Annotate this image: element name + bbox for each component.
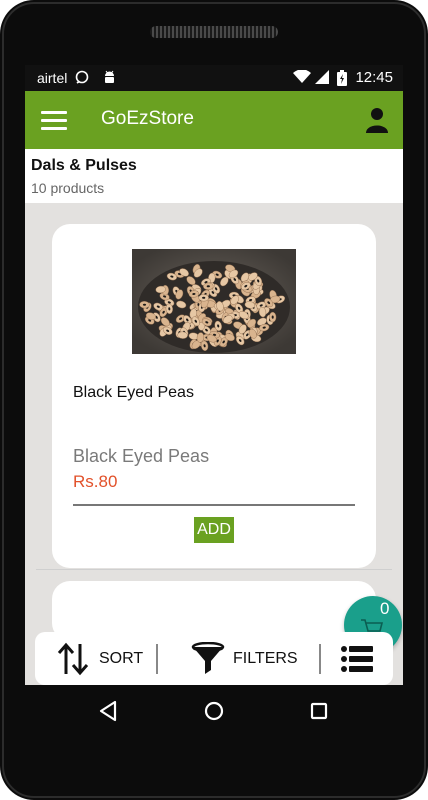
system-nav-bar bbox=[25, 685, 403, 737]
product-name: Black Eyed Peas bbox=[73, 384, 194, 401]
wifi-icon bbox=[293, 69, 311, 87]
sort-label: SORT bbox=[99, 650, 144, 667]
filters-label: FILTERS bbox=[233, 650, 298, 667]
status-bar: airtel 12:45 bbox=[25, 65, 403, 91]
signal-icon bbox=[315, 70, 329, 87]
sort-arrows-icon bbox=[57, 642, 89, 681]
product-count: 10 products bbox=[31, 180, 105, 196]
funnel-icon bbox=[191, 641, 225, 681]
category-title: Dals & Pulses bbox=[31, 157, 137, 174]
android-icon bbox=[103, 70, 116, 87]
app-bar: GoEzStore bbox=[25, 91, 403, 149]
battery-charging-icon bbox=[337, 70, 347, 89]
filters-button[interactable]: FILTERS bbox=[189, 640, 298, 681]
add-button[interactable]: ADD bbox=[194, 517, 234, 543]
whatsapp-icon bbox=[75, 70, 89, 87]
black-eyed-peas-photo bbox=[132, 249, 296, 354]
product-card[interactable]: Black Eyed Peas Black Eyed Peas Rs.80 AD… bbox=[52, 224, 376, 568]
user-profile-icon[interactable] bbox=[365, 107, 389, 133]
list-view-icon[interactable] bbox=[341, 646, 373, 672]
recents-square-icon[interactable] bbox=[307, 699, 331, 723]
category-header: Dals & Pulses 10 products bbox=[25, 149, 403, 203]
sort-filter-bar: SORT FILTERS bbox=[35, 632, 393, 685]
speaker-grille bbox=[150, 26, 278, 38]
variant-price: Rs.80 bbox=[73, 472, 118, 491]
list-divider bbox=[36, 569, 392, 570]
dropdown-underline bbox=[73, 504, 355, 506]
product-image[interactable] bbox=[132, 249, 296, 354]
variant-name: Black Eyed Peas bbox=[73, 446, 210, 466]
sort-button[interactable]: SORT bbox=[49, 640, 153, 678]
separator bbox=[156, 644, 158, 674]
separator bbox=[319, 644, 321, 674]
hamburger-menu-icon[interactable] bbox=[41, 111, 67, 131]
cart-count: 0 bbox=[380, 599, 390, 618]
home-circle-icon[interactable] bbox=[202, 699, 226, 723]
variant-dropdown[interactable]: Black Eyed Peas Rs.80 bbox=[73, 442, 355, 506]
carrier-name: airtel bbox=[37, 70, 68, 86]
clock: 12:45 bbox=[355, 69, 393, 86]
back-triangle-icon[interactable] bbox=[97, 699, 121, 723]
app-screen: airtel 12:45 GoEzStore Dals & Pulses 10 … bbox=[25, 65, 403, 685]
app-title: GoEzStore bbox=[101, 108, 194, 129]
